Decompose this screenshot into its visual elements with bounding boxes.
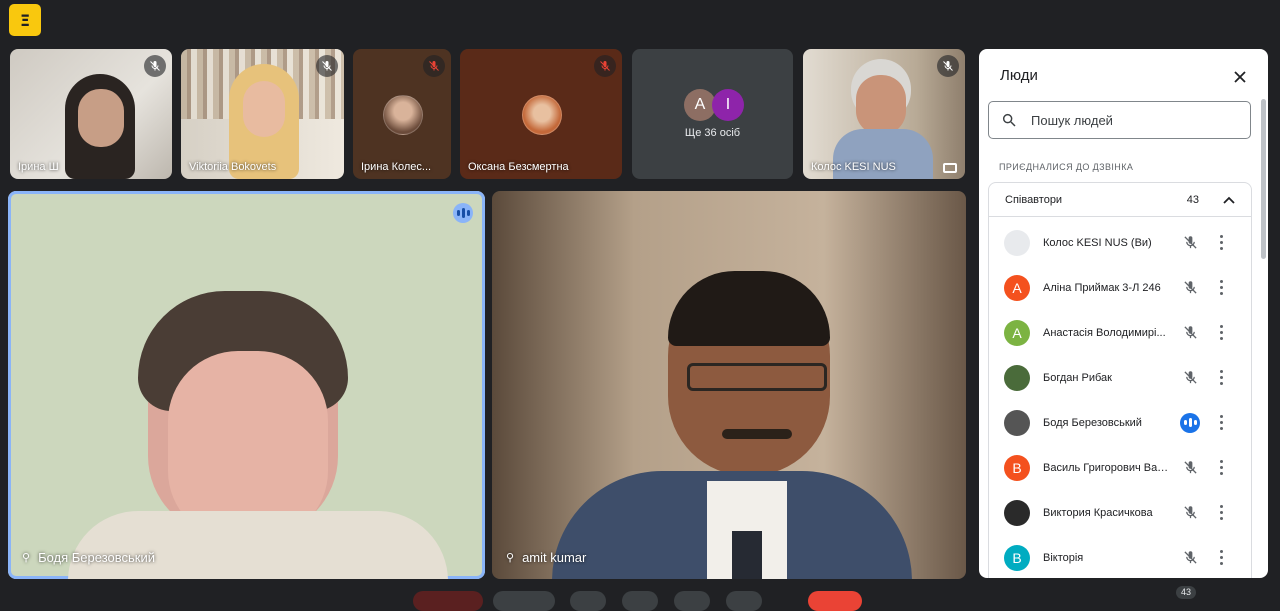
more-options-icon[interactable] (1218, 460, 1224, 475)
mic-off-icon (1180, 368, 1200, 388)
control-button[interactable] (413, 591, 483, 611)
participant-name: Анастасія Володимирі... (1043, 326, 1166, 339)
participant-name: Богдан Рибак (1043, 371, 1112, 384)
people-panel: Люди ПРИЄДНАЛИСЯ ДО ДЗВІНКА Співавтори 4… (979, 49, 1268, 578)
participant-name: Ірина Ш (18, 161, 59, 173)
pin-icon: ⚲ (22, 552, 31, 564)
participant-name: Бодя Березовський (1043, 416, 1142, 429)
more-options-icon[interactable] (1218, 280, 1224, 295)
participant-name: Аліна Приймак 3-Л 246 (1043, 281, 1161, 294)
participant-row[interactable]: B Василь Григорович Ваз... (989, 445, 1251, 490)
mic-off-icon (1180, 503, 1200, 523)
participant-avatar: I (712, 89, 744, 121)
more-options-icon[interactable] (1218, 415, 1224, 430)
more-options-icon[interactable] (1218, 370, 1224, 385)
participant-row[interactable]: A Анастасія Володимирі... (989, 310, 1251, 355)
participant-row[interactable]: B Вікторія (989, 535, 1251, 578)
panel-scrollbar[interactable] (1261, 99, 1266, 259)
participant-avatar (1004, 409, 1030, 436)
more-participants-tile[interactable]: A I Ще 36 осіб (632, 49, 793, 179)
more-options-icon[interactable] (1218, 550, 1224, 565)
more-options-icon[interactable] (1218, 505, 1224, 520)
participant-name: Вікторія (1043, 551, 1084, 564)
participant-avatar (522, 95, 562, 135)
mic-off-icon (423, 55, 445, 77)
participant-name: Колос KESI NUS (811, 161, 896, 173)
mic-off-icon (144, 55, 166, 77)
participant-avatar: A (1004, 319, 1030, 346)
logo-glyph: Ξ (19, 10, 31, 30)
more-options-icon[interactable] (1218, 325, 1224, 340)
participant-avatar (1004, 229, 1030, 256)
more-options-icon[interactable] (1218, 235, 1224, 250)
participant-avatar: A (1004, 274, 1030, 301)
mic-off-icon (1180, 458, 1200, 478)
end-call-button[interactable] (808, 591, 862, 611)
participant-name: Оксана Безсмертна (468, 161, 569, 173)
participant-tile[interactable]: Ірина Ш (10, 49, 172, 179)
section-label: ПРИЄДНАЛИСЯ ДО ДЗВІНКА (999, 162, 1134, 172)
mic-off-icon (937, 55, 959, 77)
mic-off-icon (1180, 548, 1200, 568)
participant-name: Ірина Колес... (361, 161, 432, 173)
participant-name: Виктория Красичкова (1043, 506, 1153, 519)
group-count: 43 (1186, 193, 1199, 206)
pin-icon: ⚲ (506, 552, 515, 564)
meet-logo[interactable]: Ξ (9, 4, 41, 36)
mic-off-icon (316, 55, 338, 77)
speaker-name-text: amit kumar (522, 550, 587, 565)
participant-avatar (1004, 364, 1030, 391)
participant-avatar (383, 95, 423, 135)
speaker-name: ⚲ Бодя Березовський (22, 550, 155, 565)
participant-group: Співавтори 43 Колос KESI NUS (Ви) A Аліна … (988, 182, 1252, 578)
participant-row[interactable]: Колос KESI NUS (Ви) (989, 220, 1251, 265)
search-people-box[interactable] (988, 101, 1251, 139)
mic-off-icon (1180, 278, 1200, 298)
group-header[interactable]: Співавтори 43 (989, 183, 1251, 217)
speaker-tile[interactable]: ⚲ amit kumar (492, 191, 966, 579)
control-button[interactable] (674, 591, 710, 611)
control-button[interactable] (726, 591, 762, 611)
control-button[interactable] (493, 591, 555, 611)
mic-off-icon (594, 55, 616, 77)
speaking-indicator-icon (453, 203, 473, 223)
participant-row[interactable]: Виктория Красичкова (989, 490, 1251, 535)
speaker-tile-active[interactable]: ⚲ Бодя Березовський (8, 191, 485, 579)
participant-avatar (1004, 499, 1030, 526)
participant-tile[interactable]: Оксана Безсмертна (460, 49, 622, 179)
participant-tile[interactable]: Viktoriia Bokovets (181, 49, 344, 179)
chevron-up-icon (1223, 196, 1235, 204)
participant-name: Василь Григорович Ваз... (1043, 461, 1171, 474)
participant-row[interactable]: Бодя Березовський (989, 400, 1251, 445)
search-icon (1002, 113, 1016, 127)
close-icon (1234, 71, 1246, 83)
close-panel-button[interactable] (1230, 67, 1250, 87)
participant-name: Колос KESI NUS (Ви) (1043, 236, 1152, 249)
participant-avatar: B (1004, 454, 1030, 481)
panel-title: Люди (1000, 67, 1038, 84)
present-screen-icon (943, 163, 957, 173)
participant-avatar: B (1004, 544, 1030, 571)
control-button[interactable] (622, 591, 658, 611)
group-label: Співавтори (1005, 193, 1063, 206)
participant-name: Viktoriia Bokovets (189, 161, 277, 173)
participant-row[interactable]: Богдан Рибак (989, 355, 1251, 400)
speaker-name: ⚲ amit kumar (506, 550, 586, 565)
speaking-indicator-icon (1180, 412, 1200, 433)
mic-off-icon (1180, 323, 1200, 343)
participant-count-badge: 43 (1176, 586, 1197, 599)
control-button[interactable] (570, 591, 606, 611)
participant-tile[interactable]: Колос KESI NUS (803, 49, 965, 179)
mic-off-icon (1180, 233, 1200, 253)
more-participants-label: Ще 36 осіб (684, 127, 741, 139)
speaker-name-text: Бодя Березовський (38, 550, 155, 565)
participant-tile[interactable]: Ірина Колес... (353, 49, 451, 179)
search-people-input[interactable] (1029, 111, 1233, 129)
participant-row[interactable]: A Аліна Приймак 3-Л 246 (989, 265, 1251, 310)
